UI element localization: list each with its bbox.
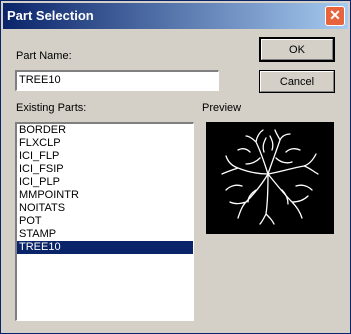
cancel-button-label: Cancel (279, 75, 315, 88)
dialog-title: Part Selection (7, 8, 94, 23)
part-list-item[interactable]: NOITATS (17, 202, 193, 215)
parts-list: BORDER FLXCLP ICI_FLP ICI_FSIP ICI_PLP MMPOIN… (17, 124, 193, 254)
part-list-item[interactable]: BORDER (17, 124, 193, 137)
ok-button[interactable]: OK (259, 37, 335, 62)
close-icon: ✕ (329, 7, 341, 23)
preview-pane (206, 122, 334, 234)
existing-parts-label: Existing Parts: (16, 102, 87, 114)
part-name-field[interactable] (17, 72, 218, 88)
tree-preview-image (221, 129, 319, 225)
part-name-field-frame (15, 70, 219, 91)
part-list-item[interactable]: ICI_FSIP (17, 163, 193, 176)
part-name-label: Part Name: (16, 50, 72, 62)
part-list-item[interactable]: TREE10 (17, 241, 193, 254)
preview-label: Preview (202, 102, 242, 114)
part-list-item[interactable]: POT (17, 215, 193, 228)
ok-button-label: OK (289, 43, 305, 56)
part-selection-dialog: Part Selection ✕ Part Name: OK Cancel Ex… (0, 0, 351, 334)
cancel-button[interactable]: Cancel (259, 70, 335, 93)
existing-parts-list[interactable]: BORDER FLXCLP ICI_FLP ICI_FSIP ICI_PLP MMPOIN… (15, 122, 194, 321)
part-list-item[interactable]: ICI_PLP (17, 176, 193, 189)
part-list-item[interactable]: FLXCLP (17, 137, 193, 150)
part-list-item[interactable]: STAMP (17, 228, 193, 241)
close-button[interactable]: ✕ (325, 6, 345, 26)
part-list-item[interactable]: MMPOINTR (17, 189, 193, 202)
part-list-item[interactable]: ICI_FLP (17, 150, 193, 163)
title-bar[interactable]: Part Selection ✕ (3, 3, 348, 29)
